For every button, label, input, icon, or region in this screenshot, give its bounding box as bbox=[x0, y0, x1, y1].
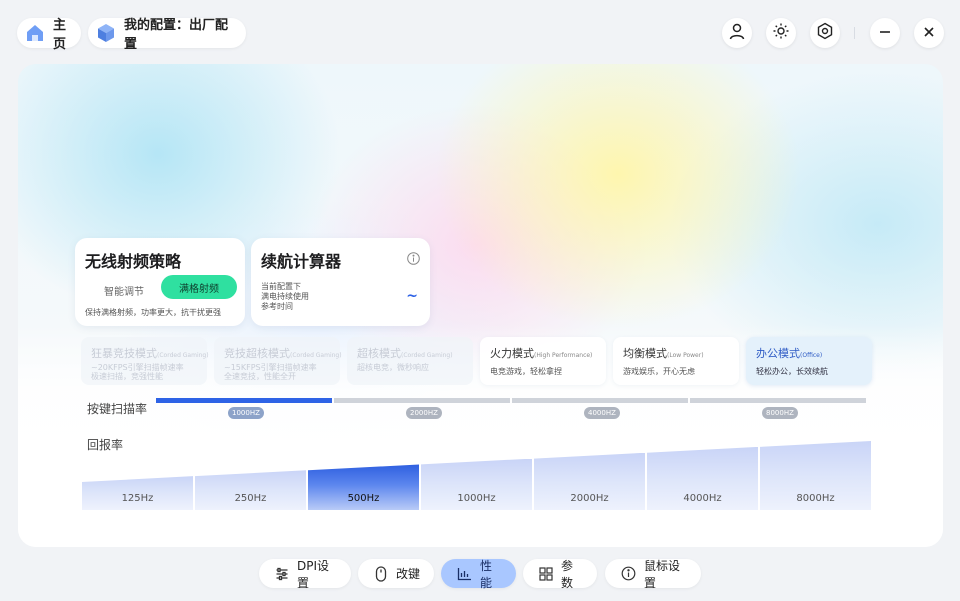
report-rate-option-label: 2000Hz bbox=[570, 493, 609, 504]
info-circle-icon bbox=[621, 566, 636, 581]
config-label: 我的配置：出厂配置 bbox=[124, 18, 229, 52]
nav-button-label: DPI设置 bbox=[297, 558, 330, 590]
report-rate-option-label: 8000Hz bbox=[796, 493, 835, 504]
topbar-divider bbox=[854, 27, 855, 39]
report-rate-bar[interactable] bbox=[195, 470, 306, 510]
report-rate-bar-fill bbox=[195, 470, 306, 510]
config-selector[interactable]: 我的配置：出厂配置 bbox=[88, 18, 246, 52]
sun-icon bbox=[772, 22, 790, 44]
nav-button[interactable]: 参数 bbox=[523, 558, 597, 590]
report-rate-option-label: 125Hz bbox=[121, 493, 154, 504]
nav-button[interactable]: 改键 bbox=[358, 559, 434, 588]
report-rate-selector[interactable]: 125Hz 250Hz 500Hz 1000Hz 2000Hz 4000Hz 8000Hz bbox=[18, 64, 943, 547]
close-button[interactable] bbox=[914, 18, 944, 48]
mouse-icon bbox=[374, 565, 388, 582]
cube-icon bbox=[96, 23, 116, 43]
minimize-icon bbox=[878, 24, 892, 43]
home-label: 主页 bbox=[53, 18, 67, 52]
nav-button-label: 参数 bbox=[561, 558, 574, 590]
home-button[interactable]: 主页 bbox=[17, 18, 81, 52]
nav-button[interactable]: 鼠标设置 bbox=[605, 558, 701, 590]
settings-button[interactable] bbox=[810, 18, 840, 48]
nav-button[interactable]: DPI设置 bbox=[259, 558, 351, 590]
report-rate-option-label: 4000Hz bbox=[683, 493, 722, 504]
performance-chart-icon bbox=[457, 567, 472, 581]
home-icon bbox=[25, 24, 45, 42]
nav-button-label: 性能 bbox=[480, 558, 493, 590]
nav-button[interactable]: 性能 bbox=[441, 558, 516, 590]
report-rate-option-label: 500Hz bbox=[347, 493, 380, 504]
report-rate-option-label: 250Hz bbox=[234, 493, 267, 504]
dpi-sliders-icon bbox=[275, 567, 289, 581]
nav-button-label: 改键 bbox=[396, 567, 421, 581]
hexagon-settings-icon bbox=[816, 22, 834, 44]
minimize-button[interactable] bbox=[870, 18, 900, 48]
performance-panel: 无线射频策略 智能调节 满格射频 保持满格射频，功率更大，抗干扰更强 续航计算器… bbox=[18, 64, 943, 547]
nav-button-label: 鼠标设置 bbox=[644, 558, 681, 590]
grid-icon bbox=[539, 566, 553, 581]
close-icon bbox=[922, 24, 936, 43]
user-button[interactable] bbox=[722, 18, 752, 48]
brightness-button[interactable] bbox=[766, 18, 796, 48]
report-rate-option-label: 1000Hz bbox=[457, 493, 496, 504]
user-icon bbox=[728, 22, 746, 44]
